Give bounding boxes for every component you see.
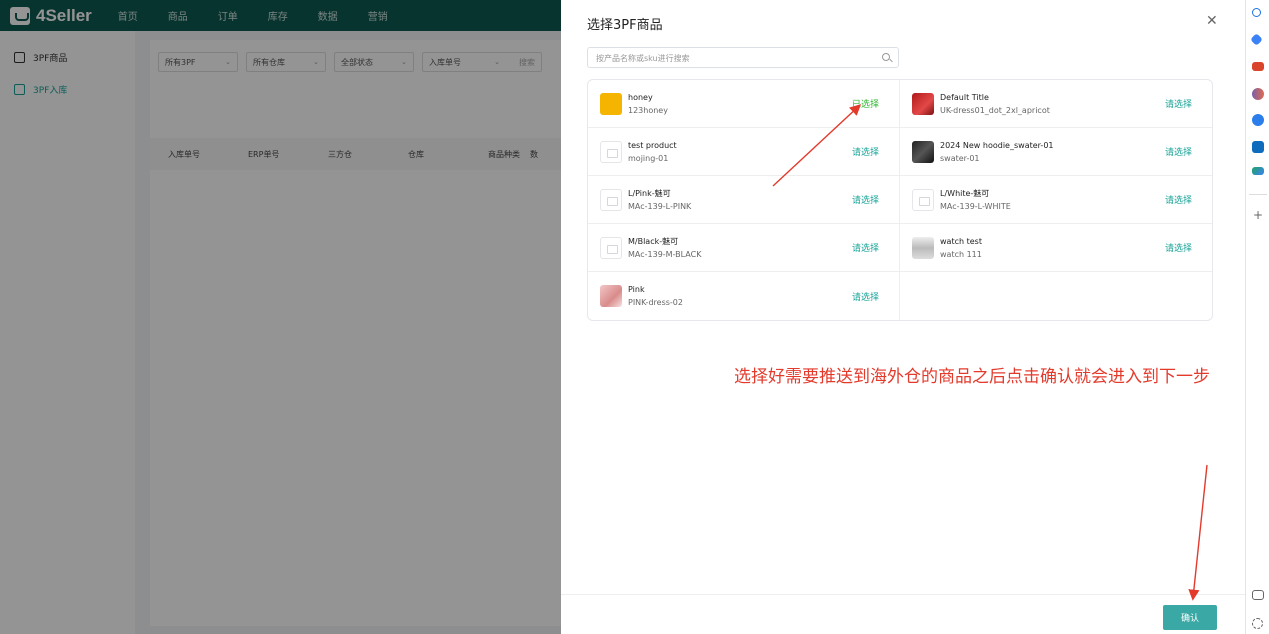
product-thumbnail (600, 92, 622, 115)
product-thumbnail (912, 236, 934, 259)
product-info: 2024 New hoodie_swater-01 swater-01 (940, 139, 1054, 165)
select-button[interactable]: 请选择 (852, 241, 879, 254)
select-button[interactable]: 请选择 (852, 290, 879, 303)
product-info: L/White-魅可 MAc-139-L-WHITE (940, 187, 1011, 213)
image-placeholder-icon (600, 140, 622, 163)
product-name: Default Title (940, 92, 989, 102)
product-sku: MAc-139-M-BLACK (628, 249, 702, 259)
toolbox-icon[interactable] (1252, 62, 1264, 71)
browser-side-toolbar: + (1245, 0, 1269, 634)
people-icon[interactable] (1252, 88, 1264, 100)
product-sku: MAc-139-L-PINK (628, 201, 692, 211)
selected-label[interactable]: 已选择 (852, 97, 879, 110)
product-sku: PINK-dress-02 (628, 298, 683, 307)
select-button[interactable]: 请选择 (1165, 193, 1192, 206)
product-thumbnail (912, 140, 934, 163)
product-thumbnail (912, 92, 934, 115)
screenshot-icon[interactable] (1252, 590, 1264, 600)
confirm-button[interactable]: 确认 (1163, 605, 1217, 630)
toolbar-divider (1249, 194, 1267, 195)
product-info: watch test watch 111 (940, 235, 982, 261)
product-info: Pink PINK-dress-02 (628, 283, 683, 309)
search-placeholder: 按产品名称或sku进行搜索 (596, 54, 690, 63)
product-name: L/White-魅可 (940, 188, 990, 198)
product-info: Default Title UK-dress01_dot_2xl_apricot (940, 91, 1050, 117)
product-item[interactable]: test product mojing-01 请选择 (588, 128, 900, 176)
search-icon[interactable] (1252, 8, 1261, 17)
tag-icon[interactable] (1250, 33, 1263, 46)
ext-icon[interactable] (1252, 167, 1264, 175)
product-name: 2024 New hoodie_swater-01 (940, 140, 1054, 150)
product-info: honey 123honey (628, 91, 668, 117)
product-item[interactable]: watch test watch 111 请选择 (900, 224, 1212, 272)
product-item[interactable]: Pink PINK-dress-02 请选择 (588, 272, 900, 320)
product-item[interactable]: Default Title UK-dress01_dot_2xl_apricot 请… (900, 80, 1212, 128)
image-placeholder-icon (600, 236, 622, 259)
product-search-input[interactable]: 按产品名称或sku进行搜索 (587, 47, 899, 68)
product-grid: honey 123honey 已选择 Default Title UK-dress01_… (587, 79, 1213, 321)
drawer-title: 选择3PF商品 (587, 18, 663, 33)
select-button[interactable]: 请选择 (1165, 97, 1192, 110)
product-info: M/Black-魅可 MAc-139-M-BLACK (628, 235, 701, 261)
product-item[interactable]: L/White-魅可 MAc-139-L-WHITE 请选择 (900, 176, 1212, 224)
product-name: Pink (628, 285, 645, 294)
product-thumbnail (600, 285, 622, 307)
product-name: test product (628, 140, 677, 150)
footer-divider (561, 594, 1245, 595)
select-button[interactable]: 请选择 (1165, 241, 1192, 254)
product-item[interactable]: honey 123honey 已选择 (588, 80, 900, 128)
select-button[interactable]: 请选择 (852, 145, 879, 158)
image-placeholder-icon (912, 188, 934, 211)
product-name: honey (628, 92, 653, 102)
product-name: watch test (940, 236, 982, 246)
copilot-icon[interactable] (1252, 114, 1264, 126)
product-sku: mojing-01 (628, 153, 669, 163)
image-placeholder-icon (600, 188, 622, 211)
outlook-icon[interactable] (1252, 141, 1264, 153)
select-button[interactable]: 请选择 (1165, 145, 1192, 158)
product-info: test product mojing-01 (628, 139, 677, 165)
product-info: L/Pink-魅可 MAc-139-L-PINK (628, 187, 691, 213)
close-icon[interactable]: ✕ (1206, 13, 1218, 29)
product-sku: watch 111 (940, 249, 982, 259)
product-sku: swater-01 (940, 153, 980, 163)
modal-overlay[interactable] (0, 0, 561, 634)
select-product-drawer: 选择3PF商品 ✕ 按产品名称或sku进行搜索 honey 123honey 已选择… (561, 0, 1245, 634)
product-item[interactable]: L/Pink-魅可 MAc-139-L-PINK 请选择 (588, 176, 900, 224)
product-sku: 123honey (628, 105, 668, 115)
product-sku: UK-dress01_dot_2xl_apricot (940, 105, 1050, 115)
select-button[interactable]: 请选择 (852, 193, 879, 206)
empty-cell (900, 272, 1212, 320)
product-name: M/Black-魅可 (628, 236, 679, 246)
product-name: L/Pink-魅可 (628, 188, 671, 198)
add-icon[interactable]: + (1253, 208, 1263, 222)
product-item[interactable]: M/Black-魅可 MAc-139-M-BLACK 请选择 (588, 224, 900, 272)
annotation-text: 选择好需要推送到海外仓的商品之后点击确认就会进入到下一步 (734, 367, 1210, 387)
product-sku: MAc-139-L-WHITE (940, 201, 1011, 211)
app-root: 4Seller 首页 商品 订单 库存 数据 营销 3PF商品 3PF入库 所有… (0, 0, 1269, 634)
settings-icon[interactable] (1252, 618, 1263, 629)
product-item[interactable]: 2024 New hoodie_swater-01 swater-01 请选择 (900, 128, 1212, 176)
search-icon[interactable] (882, 53, 890, 61)
